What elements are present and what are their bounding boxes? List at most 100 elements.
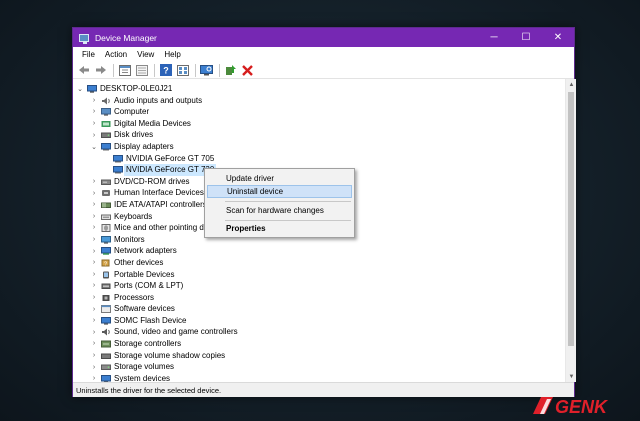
expand-chevron-icon[interactable]: ›	[90, 189, 98, 197]
tree-category[interactable]: ›? Other devices	[73, 257, 563, 269]
title-bar[interactable]: Device Manager ─ ☐ ✕	[73, 28, 574, 47]
menu-file[interactable]: File	[77, 50, 100, 59]
storage-controller-icon	[101, 340, 111, 348]
ide-controller-icon	[101, 201, 111, 209]
disk-drive-icon	[101, 131, 111, 139]
tree-category[interactable]: › Storage volumes	[73, 361, 563, 373]
expand-chevron-icon[interactable]: ›	[90, 317, 98, 325]
status-bar: Uninstalls the driver for the selected d…	[73, 382, 574, 397]
menu-item-update-driver[interactable]: Update driver	[207, 172, 352, 185]
scroll-down-icon[interactable]: ▼	[566, 371, 576, 382]
menu-item-scan-hardware[interactable]: Scan for hardware changes	[207, 204, 352, 217]
tree-item-label: Portable Devices	[114, 269, 175, 279]
expand-chevron-icon[interactable]: ›	[90, 96, 98, 104]
tree-category[interactable]: › Portable Devices	[73, 269, 563, 281]
tree-item-label: Storage volume shadow copies	[114, 350, 226, 360]
svg-text:?: ?	[104, 261, 107, 267]
menu-item-properties[interactable]: Properties	[207, 222, 352, 235]
view-icon[interactable]	[175, 63, 190, 78]
update-driver-icon[interactable]	[223, 63, 238, 78]
tree-category[interactable]: › Ports (COM & LPT)	[73, 280, 563, 292]
tree-category[interactable]: ⌄ Display adapters	[73, 141, 563, 153]
tree-category[interactable]: › Digital Media Devices	[73, 118, 563, 130]
tree-category[interactable]: › Storage controllers	[73, 338, 563, 350]
expand-chevron-icon[interactable]: ›	[90, 293, 98, 301]
port-icon	[101, 282, 111, 290]
tree-device[interactable]: NVIDIA GeForce GT 705	[73, 153, 563, 165]
tree-category[interactable]: › Network adapters	[73, 245, 563, 257]
show-hidden-icon[interactable]	[134, 63, 149, 78]
expand-chevron-icon[interactable]: ›	[90, 282, 98, 290]
sound-controller-icon	[101, 328, 111, 336]
expand-chevron-icon[interactable]: ›	[90, 236, 98, 244]
help-icon[interactable]: ?	[158, 63, 173, 78]
tree-category[interactable]: › Sound, video and game controllers	[73, 326, 563, 338]
menu-help[interactable]: Help	[159, 50, 185, 59]
expand-chevron-icon[interactable]: ›	[90, 305, 98, 313]
device-manager-icon	[79, 33, 89, 44]
computer-icon	[101, 108, 111, 116]
minimize-button[interactable]: ─	[478, 28, 510, 47]
menu-item-uninstall-device[interactable]: Uninstall device	[207, 185, 352, 198]
expand-chevron-icon[interactable]: ›	[90, 201, 98, 209]
maximize-button[interactable]: ☐	[510, 28, 542, 47]
tree-root[interactable]: ⌄ DESKTOP-0LE0J21	[73, 83, 563, 95]
collapse-chevron-icon[interactable]: ⌄	[90, 143, 98, 151]
other-device-icon: ?	[101, 259, 111, 267]
vertical-scrollbar[interactable]: ▲ ▼	[565, 79, 576, 382]
menu-view[interactable]: View	[132, 50, 159, 59]
forward-icon[interactable]	[93, 63, 108, 78]
tree-category[interactable]: › Software devices	[73, 303, 563, 315]
uninstall-icon[interactable]	[240, 63, 255, 78]
expand-chevron-icon[interactable]: ›	[90, 212, 98, 220]
back-icon[interactable]	[76, 63, 91, 78]
expand-chevron-icon[interactable]: ›	[90, 340, 98, 348]
watermark-text: GENK	[555, 397, 609, 417]
expand-chevron-icon[interactable]: ›	[90, 259, 98, 267]
tree-category[interactable]: › Processors	[73, 292, 563, 304]
toolbar: ?	[73, 62, 574, 79]
keyboard-icon	[101, 213, 111, 221]
portable-device-icon	[101, 271, 111, 279]
tree-item-label: DVD/CD-ROM drives	[114, 176, 190, 186]
tree-item-label: IDE ATA/ATAPI controllers	[114, 199, 207, 209]
tree-item-label: Display adapters	[114, 141, 174, 151]
expand-chevron-icon[interactable]: ›	[90, 328, 98, 336]
tree-category[interactable]: › SOMC Flash Device	[73, 315, 563, 327]
expand-chevron-icon[interactable]: ›	[90, 131, 98, 139]
tree-item-label: SOMC Flash Device	[114, 315, 187, 325]
dvd-drive-icon	[101, 178, 111, 186]
expand-chevron-icon[interactable]: ›	[90, 178, 98, 186]
expand-chevron-icon[interactable]: ›	[90, 375, 98, 382]
system-device-icon	[101, 374, 111, 382]
expand-chevron-icon[interactable]: ›	[90, 351, 98, 359]
expand-chevron-icon[interactable]: ›	[90, 224, 98, 232]
tree-item-label: Network adapters	[114, 246, 177, 256]
expand-chevron-icon[interactable]: ›	[90, 363, 98, 371]
scroll-up-icon[interactable]: ▲	[566, 79, 576, 90]
expand-chevron-icon[interactable]: ›	[90, 270, 98, 278]
svg-text:?: ?	[163, 66, 169, 76]
tree-category[interactable]: › Storage volume shadow copies	[73, 350, 563, 362]
tree-category[interactable]: › Disk drives	[73, 129, 563, 141]
tree-item-label: Storage controllers	[114, 339, 182, 349]
scroll-thumb[interactable]	[568, 92, 574, 346]
tree-category[interactable]: › System devices	[73, 373, 563, 382]
menu-separator	[225, 220, 351, 221]
close-button[interactable]: ✕	[542, 28, 574, 47]
tree-category[interactable]: › Audio inputs and outputs	[73, 95, 563, 107]
menu-action[interactable]: Action	[100, 50, 132, 59]
tree-category[interactable]: › Computer	[73, 106, 563, 118]
toolbar-separator	[113, 63, 114, 77]
tree-item-label: DESKTOP-0LE0J21	[100, 84, 173, 93]
window-title: Device Manager	[95, 32, 157, 43]
context-menu: Update driver Uninstall device Scan for …	[204, 168, 355, 238]
expand-chevron-icon[interactable]: ›	[90, 247, 98, 255]
expand-chevron-icon[interactable]: ›	[90, 120, 98, 128]
collapse-chevron-icon[interactable]: ⌄	[76, 85, 84, 93]
tree-item-label: NVIDIA GeForce GT 730	[124, 164, 217, 176]
expand-chevron-icon[interactable]: ›	[90, 108, 98, 116]
software-device-icon	[101, 305, 111, 314]
scan-hardware-icon[interactable]	[199, 63, 214, 78]
properties-icon[interactable]	[117, 63, 132, 78]
